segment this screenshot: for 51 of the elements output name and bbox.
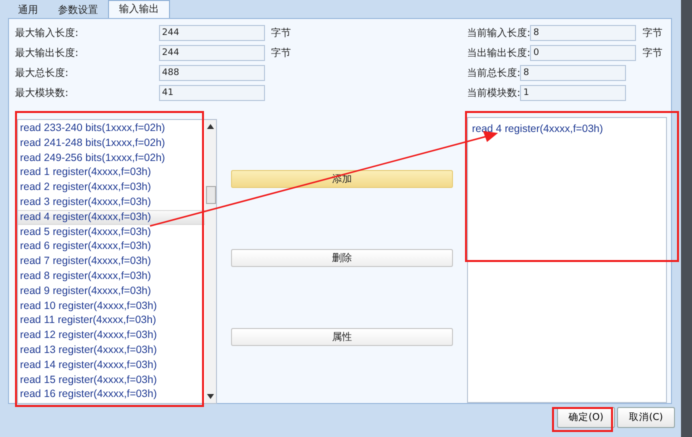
scroll-thumb[interactable] [206, 186, 216, 204]
list-item[interactable]: read 14 register(4xxxx,f=03h) [18, 358, 205, 373]
list-item[interactable]: read 13 register(4xxxx,f=03h) [18, 342, 205, 358]
tab[interactable]: 参数设置 [48, 3, 108, 18]
list-item[interactable]: read 10 register(4xxxx,f=03h) [18, 298, 205, 314]
input-field[interactable]: 488 [159, 65, 265, 81]
list-item[interactable]: read 12 register(4xxxx,f=03h) [18, 328, 205, 343]
input-field[interactable]: 8 [520, 65, 626, 81]
input-field[interactable]: 41 [159, 85, 265, 101]
list-item[interactable]: read 4 register(4xxxx,f=03h) [470, 122, 664, 137]
list-item[interactable]: read 4 register(4xxxx,f=03h) [18, 210, 205, 225]
field-label: 当前总长度: [467, 66, 520, 80]
list-item[interactable]: read 3 register(4xxxx,f=03h) [18, 194, 205, 210]
list-item[interactable]: read 233-240 bits(1xxxx,f=02h) [18, 121, 205, 136]
field-label: 当出输出长度: [467, 46, 530, 60]
unit-label: 字节 [642, 26, 662, 40]
scrollbar[interactable] [205, 120, 216, 403]
action-button[interactable]: 属性 [231, 328, 453, 346]
list-item[interactable]: read 9 register(4xxxx,f=03h) [18, 284, 205, 299]
input-field[interactable]: 1 [520, 85, 626, 101]
field-label: 当前模块数: [467, 86, 520, 100]
input-field[interactable]: 244 [159, 25, 265, 41]
list-item[interactable]: read 16 register(4xxxx,f=03h) [18, 387, 205, 402]
list-item[interactable]: read 11 register(4xxxx,f=03h) [18, 313, 205, 328]
unit-label: 字节 [271, 46, 291, 60]
list-item[interactable]: read 8 register(4xxxx,f=03h) [18, 268, 205, 284]
list-item[interactable]: read 5 register(4xxxx,f=03h) [18, 224, 205, 240]
unit-label: 字节 [271, 26, 291, 40]
list-item[interactable]: read 249-256 bits(1xxxx,f=02h) [18, 150, 205, 166]
list-item[interactable]: read 2 register(4xxxx,f=03h) [18, 180, 205, 195]
input-field[interactable]: 8 [530, 25, 636, 41]
field-label: 最大模块数: [15, 86, 70, 100]
dialog-button[interactable]: 取消(C) [617, 407, 675, 428]
list-item[interactable]: read 6 register(4xxxx,f=03h) [18, 239, 205, 254]
unit-label: 字节 [642, 46, 662, 60]
input-field[interactable]: 244 [159, 45, 265, 61]
tab[interactable]: 输入输出 [108, 0, 170, 18]
input-field[interactable]: 0 [530, 45, 636, 61]
field-label: 当前输入长度: [467, 26, 530, 40]
annotation-rect [552, 407, 613, 432]
list-item[interactable]: read 241-248 bits(1xxxx,f=02h) [18, 136, 205, 151]
list-item[interactable]: read 7 register(4xxxx,f=03h) [18, 254, 205, 269]
tab[interactable]: 通用 [8, 3, 48, 18]
action-button[interactable]: 删除 [231, 249, 453, 267]
scroll-down-icon[interactable] [207, 394, 214, 399]
list-item[interactable]: read 1 register(4xxxx,f=03h) [18, 165, 205, 180]
field-label: 最大输入长度: [15, 26, 80, 40]
field-label: 最大总长度: [15, 66, 70, 80]
field-label: 最大输出长度: [15, 46, 80, 60]
scroll-up-icon[interactable] [207, 124, 214, 129]
list-item[interactable]: read 15 register(4xxxx,f=03h) [18, 372, 205, 388]
